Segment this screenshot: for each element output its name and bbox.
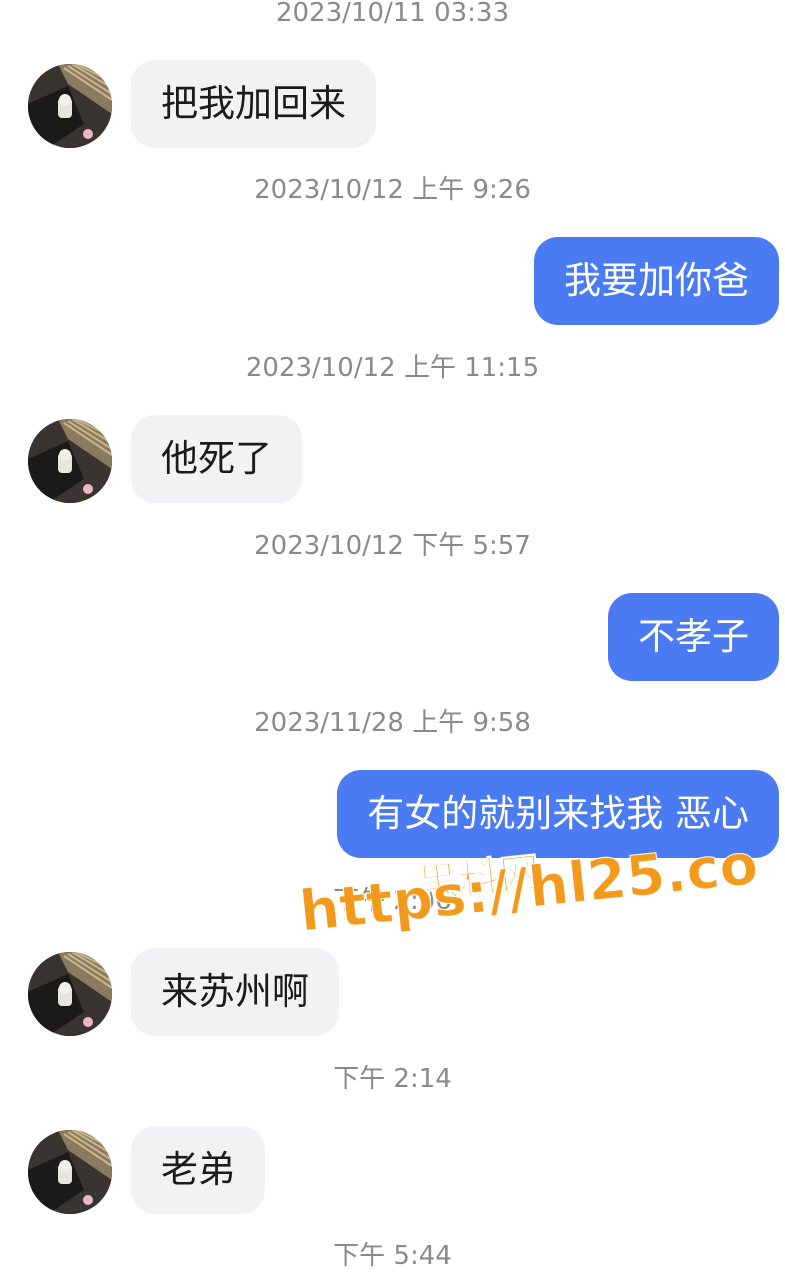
- outgoing-message-bubble[interactable]: 不孝子: [608, 593, 779, 681]
- timestamp: 2023/10/12 上午 9:26: [254, 175, 531, 205]
- contact-avatar[interactable]: [28, 419, 112, 503]
- timestamp: 2023/11/28 上午 9:58: [254, 708, 531, 738]
- incoming-message-bubble[interactable]: 他死了: [131, 415, 302, 503]
- avatar-image-icon: [28, 419, 112, 503]
- chat-thread: 2023/10/11 03:33 把我加回来 2023/10/12 上午 9:2…: [0, 0, 785, 1280]
- timestamp: 2023/10/11 03:33: [275, 0, 510, 28]
- timestamp: 下午 2:14: [333, 1064, 452, 1094]
- incoming-message-bubble[interactable]: 来苏州啊: [131, 948, 339, 1036]
- timestamp: 下午 5:44: [333, 1241, 452, 1271]
- incoming-message-bubble[interactable]: 老弟: [131, 1126, 265, 1214]
- contact-avatar[interactable]: [28, 64, 112, 148]
- contact-avatar[interactable]: [28, 952, 112, 1036]
- contact-avatar[interactable]: [28, 1130, 112, 1214]
- outgoing-message-bubble[interactable]: 我要加你爸: [534, 237, 779, 325]
- timestamp: 2023/10/12 上午 11:15: [245, 353, 540, 383]
- avatar-image-icon: [28, 952, 112, 1036]
- avatar-image-icon: [28, 64, 112, 148]
- incoming-message-bubble[interactable]: 把我加回来: [131, 60, 376, 148]
- avatar-image-icon: [28, 1130, 112, 1214]
- timestamp: 2023/10/12 下午 5:57: [254, 531, 531, 561]
